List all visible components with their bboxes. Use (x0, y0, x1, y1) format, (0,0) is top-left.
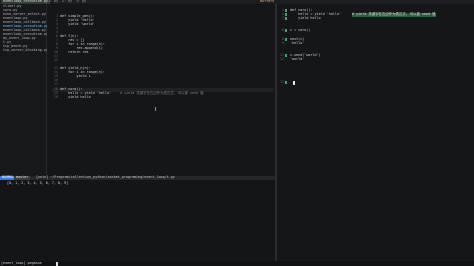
output-line: [0, 1, 2, 3, 4, 5, 6, 7, 8, 9] (7, 181, 69, 185)
line-number: 20 (53, 95, 58, 99)
code-line: yield hello (60, 95, 91, 99)
repl-line: yield hello (290, 16, 321, 20)
cell-marker (285, 13, 287, 16)
line-number: 12 (53, 58, 58, 62)
code-line: return res (60, 50, 89, 54)
repl-cursor (293, 81, 295, 85)
repl-line-number: 12 (279, 57, 284, 61)
code-line: yield i (60, 74, 91, 78)
tmux-session: [event_loop] pegasus (1, 261, 42, 265)
cell-marker (285, 54, 287, 57)
repl-line-number: 13 (279, 80, 284, 84)
file-tree: client.py coro.py echo_server_select.py … (0, 4, 48, 176)
tmux-status-bar: [event_loop] pegasus (0, 261, 474, 266)
repl-line-number: 3 (281, 16, 284, 20)
cell-marker (285, 81, 287, 84)
repl-output: 'hello' (290, 41, 305, 45)
cell-marker (285, 9, 287, 12)
repl-highlight: # yield 关键字在右边作为表达式, 可以被 send 值 (352, 12, 436, 17)
repl-line: c = coro() (290, 28, 311, 32)
code-comment: # yield 关键字在右边作为表达式, 可以被 send 值 (120, 91, 204, 95)
repl-line-number: 6 (281, 28, 284, 32)
repl-pane[interactable] (277, 4, 474, 261)
code-line: yield 'world' (60, 22, 95, 26)
file-item[interactable]: tcp_server_blocking.py (3, 48, 48, 53)
output-pane: [0, 1, 2, 3, 4, 5, 6, 7, 8, 9] (0, 180, 275, 261)
repl-line-number: 9 (281, 41, 284, 45)
repl-output: 'world' (290, 57, 305, 61)
terminal-cursor (56, 262, 58, 266)
cell-marker (285, 38, 287, 41)
cell-marker (285, 17, 287, 20)
text-caret (155, 107, 156, 111)
cell-marker (285, 29, 287, 32)
